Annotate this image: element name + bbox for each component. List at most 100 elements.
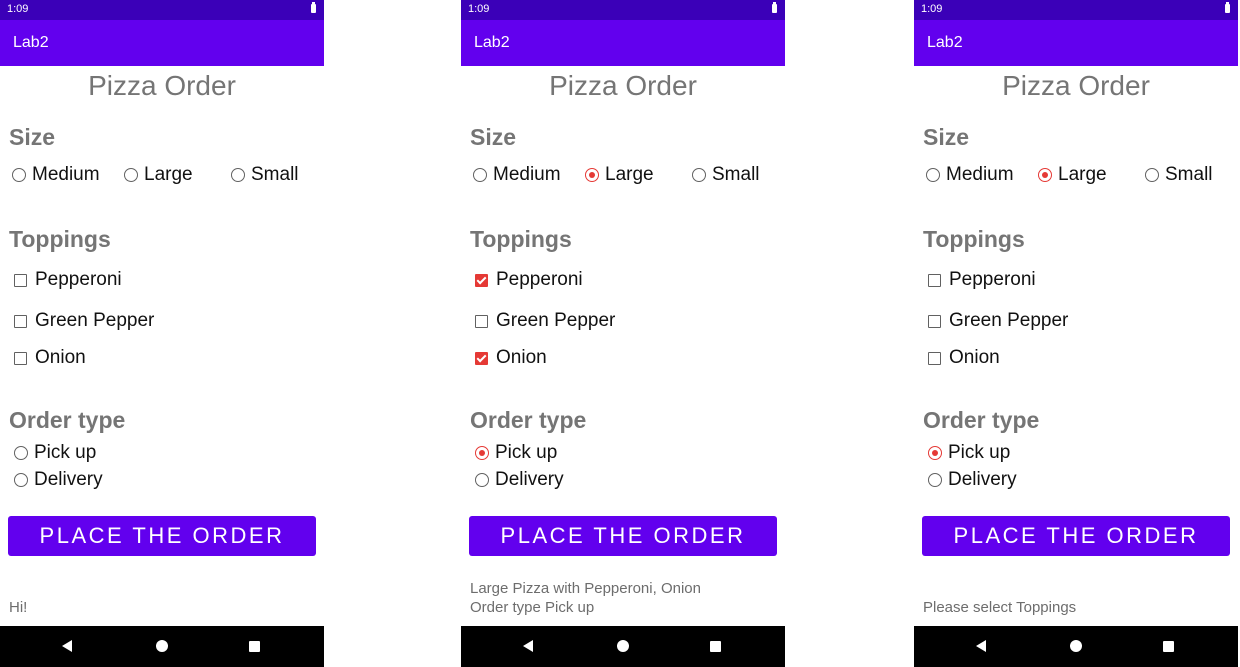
order-type-label: Delivery	[34, 469, 103, 490]
navigation-bar	[914, 626, 1238, 667]
toppings-heading: Toppings	[9, 226, 111, 252]
radio-button-icon[interactable]	[12, 168, 26, 182]
topping-pepperoni[interactable]: Pepperoni	[475, 269, 583, 291]
order-type-pick-up[interactable]: Pick up	[475, 442, 557, 464]
size-option-label: Small	[1165, 164, 1213, 185]
checkbox-icon[interactable]	[14, 314, 27, 328]
size-option-label: Large	[144, 164, 193, 185]
order-type-delivery[interactable]: Delivery	[14, 469, 103, 491]
radio-button-icon[interactable]	[475, 473, 489, 487]
status-time: 1:09	[921, 3, 943, 15]
order-type-label: Pick up	[495, 442, 558, 463]
battery-icon	[1225, 2, 1230, 13]
topping-onion[interactable]: Onion	[928, 347, 1000, 369]
back-icon[interactable]	[976, 640, 986, 652]
topping-onion[interactable]: Onion	[475, 347, 547, 369]
radio-button-icon[interactable]	[231, 168, 245, 182]
radio-button-icon[interactable]	[1038, 168, 1052, 182]
checkbox-icon[interactable]	[928, 314, 941, 328]
radio-button-icon[interactable]	[473, 168, 487, 182]
size-option-medium[interactable]: Medium	[473, 164, 561, 186]
radio-button-icon[interactable]	[124, 168, 138, 182]
recents-icon[interactable]	[1163, 641, 1174, 652]
app-bar: Lab2	[0, 20, 324, 66]
phone-screen-2: 1:09 Lab2 Pizza Order Size Medium Large Small T…	[461, 0, 785, 667]
size-option-label: Medium	[493, 164, 561, 185]
home-icon[interactable]	[1070, 640, 1082, 652]
checkbox-icon[interactable]	[928, 273, 941, 287]
size-option-large[interactable]: Large	[124, 164, 193, 186]
radio-button-icon[interactable]	[1145, 168, 1159, 182]
recents-icon[interactable]	[710, 641, 721, 652]
order-type-pick-up[interactable]: Pick up	[14, 442, 96, 464]
topping-label: Onion	[496, 347, 547, 368]
size-option-large[interactable]: Large	[585, 164, 654, 186]
checkbox-icon[interactable]	[475, 351, 488, 365]
topping-pepperoni[interactable]: Pepperoni	[14, 269, 122, 291]
topping-label: Onion	[949, 347, 1000, 368]
topping-onion[interactable]: Onion	[14, 347, 86, 369]
topping-label: Pepperoni	[949, 269, 1036, 290]
battery-icon	[311, 2, 316, 13]
checkbox-icon[interactable]	[475, 314, 488, 328]
battery-icon	[772, 2, 777, 13]
topping-green-pepper[interactable]: Green Pepper	[14, 310, 154, 332]
place-order-button[interactable]: PLACE THE ORDER	[922, 516, 1230, 556]
checkbox-icon[interactable]	[928, 351, 941, 365]
order-type-pick-up[interactable]: Pick up	[928, 442, 1010, 464]
topping-green-pepper[interactable]: Green Pepper	[928, 310, 1068, 332]
checkbox-icon[interactable]	[14, 273, 27, 287]
place-order-button[interactable]: PLACE THE ORDER	[8, 516, 316, 556]
back-icon[interactable]	[523, 640, 533, 652]
topping-label: Green Pepper	[949, 310, 1069, 331]
topping-pepperoni[interactable]: Pepperoni	[928, 269, 1036, 291]
radio-button-icon[interactable]	[692, 168, 706, 182]
order-type-delivery[interactable]: Delivery	[928, 469, 1017, 491]
radio-button-icon[interactable]	[14, 473, 28, 487]
radio-button-icon[interactable]	[14, 446, 28, 460]
size-option-label: Medium	[946, 164, 1014, 185]
radio-button-icon[interactable]	[928, 473, 942, 487]
toppings-heading: Toppings	[470, 226, 572, 252]
size-option-small[interactable]: Small	[231, 164, 299, 186]
order-type-delivery[interactable]: Delivery	[475, 469, 564, 491]
size-option-small[interactable]: Small	[1145, 164, 1213, 186]
size-option-medium[interactable]: Medium	[926, 164, 1014, 186]
size-heading: Size	[470, 124, 517, 150]
size-option-label: Small	[251, 164, 299, 185]
status-time: 1:09	[7, 3, 29, 15]
app-bar: Lab2	[461, 20, 785, 66]
home-icon[interactable]	[156, 640, 168, 652]
size-option-small[interactable]: Small	[692, 164, 760, 186]
back-icon[interactable]	[62, 640, 72, 652]
status-bar: 1:09	[914, 0, 1238, 20]
size-option-medium[interactable]: Medium	[12, 164, 100, 186]
topping-label: Green Pepper	[496, 310, 616, 331]
order-type-label: Delivery	[495, 469, 564, 490]
result-text-line2: Order type Pick up	[470, 599, 595, 616]
topping-green-pepper[interactable]: Green Pepper	[475, 310, 615, 332]
radio-button-icon[interactable]	[926, 168, 940, 182]
order-type-heading: Order type	[9, 407, 126, 433]
checkbox-icon[interactable]	[475, 273, 488, 287]
order-type-label: Pick up	[948, 442, 1011, 463]
navigation-bar	[461, 626, 785, 667]
page-title: Pizza Order	[549, 70, 697, 101]
result-text-line2: Hi!	[9, 599, 28, 616]
home-icon[interactable]	[617, 640, 629, 652]
radio-button-icon[interactable]	[585, 168, 599, 182]
place-order-button[interactable]: PLACE THE ORDER	[469, 516, 777, 556]
app-title: Lab2	[474, 34, 510, 51]
radio-button-icon[interactable]	[928, 446, 942, 460]
checkbox-icon[interactable]	[14, 351, 27, 365]
radio-button-icon[interactable]	[475, 446, 489, 460]
app-title: Lab2	[927, 34, 963, 51]
size-option-label: Large	[1058, 164, 1107, 185]
phone-screen-3: 1:09 Lab2 Pizza Order Size Medium Large Small T…	[914, 0, 1238, 667]
status-bar: 1:09	[0, 0, 324, 20]
size-option-label: Medium	[32, 164, 100, 185]
size-option-label: Small	[712, 164, 760, 185]
size-option-large[interactable]: Large	[1038, 164, 1107, 186]
order-type-label: Pick up	[34, 442, 97, 463]
recents-icon[interactable]	[249, 641, 260, 652]
